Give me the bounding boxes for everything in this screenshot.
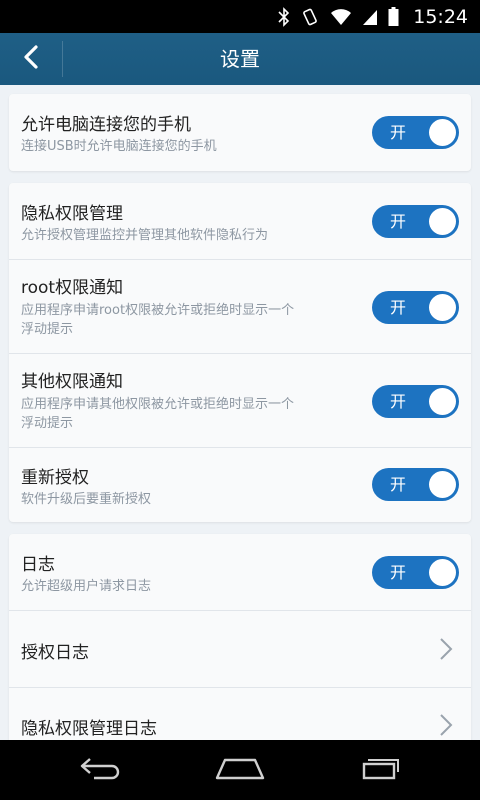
setting-row-privacy-management[interactable]: 隐私权限管理 允许授权管理监控并管理其他软件隐私行为 开 <box>9 183 471 260</box>
page-title: 设置 <box>220 47 260 71</box>
setting-title: 重新授权 <box>21 468 89 488</box>
chevron-right-icon <box>439 713 453 737</box>
toggle-knob <box>429 559 456 586</box>
setting-row-reauthorize[interactable]: 重新授权 软件升级后要重新授权 开 <box>9 448 471 522</box>
nav-recents-button[interactable] <box>325 740 435 800</box>
status-bar: 15:24 <box>0 0 480 33</box>
settings-list[interactable]: 允许电脑连接您的手机 连接USB时允许电脑连接您的手机 开 隐私权限管理 允许授… <box>0 85 480 740</box>
toggle-label: 开 <box>390 563 407 582</box>
chevron-right-icon <box>439 637 453 661</box>
privacy-management-toggle[interactable]: 开 <box>372 205 459 238</box>
root-notify-toggle[interactable]: 开 <box>372 291 459 324</box>
setting-row-privacy-log[interactable]: 隐私权限管理日志 <box>9 688 471 740</box>
toggle-label: 开 <box>390 212 407 231</box>
app-bar: 设置 <box>0 33 480 85</box>
settings-card-logs: 日志 允许超级用户请求日志 开 授权日志 隐私权限管理日志 <box>9 534 471 740</box>
setting-desc-line: 应用程序申请root权限被允许或拒绝时显示一个 <box>21 303 295 318</box>
setting-title: 隐私权限管理日志 <box>21 719 157 739</box>
wifi-icon <box>330 8 352 26</box>
navigation-bar <box>0 740 480 800</box>
nav-home-icon <box>215 756 265 784</box>
settings-card-usb: 允许电脑连接您的手机 连接USB时允许电脑连接您的手机 开 <box>9 94 471 171</box>
setting-desc-line: 应用程序申请其他权限被允许或拒绝时显示一个 <box>21 397 295 412</box>
setting-title: 授权日志 <box>21 643 89 663</box>
setting-desc-line: 浮动提示 <box>21 322 74 337</box>
toggle-knob <box>429 208 456 235</box>
setting-row-other-notify[interactable]: 其他权限通知 应用程序申请其他权限被允许或拒绝时显示一个 浮动提示 开 <box>9 354 471 448</box>
toggle-knob <box>429 119 456 146</box>
other-notify-toggle[interactable]: 开 <box>372 385 459 418</box>
setting-desc: 允许授权管理监控并管理其他软件隐私行为 <box>21 228 269 243</box>
bluetooth-icon <box>278 6 290 27</box>
log-toggle[interactable]: 开 <box>372 556 459 589</box>
settings-card-permissions: 隐私权限管理 允许授权管理监控并管理其他软件隐私行为 开 root权限通知 应用… <box>9 183 471 522</box>
toggle-label: 开 <box>390 392 407 411</box>
toggle-knob <box>429 294 456 321</box>
setting-row-log[interactable]: 日志 允许超级用户请求日志 开 <box>9 534 471 611</box>
toggle-knob <box>429 388 456 415</box>
nav-back-button[interactable] <box>45 740 155 800</box>
setting-title: root权限通知 <box>21 278 124 298</box>
setting-title: 其他权限通知 <box>21 372 123 392</box>
usb-connect-toggle[interactable]: 开 <box>372 116 459 149</box>
clock: 15:24 <box>413 5 468 28</box>
toggle-knob <box>429 471 456 498</box>
nav-home-button[interactable] <box>185 740 295 800</box>
setting-desc: 应用程序申请其他权限被允许或拒绝时显示一个 浮动提示 <box>21 395 371 433</box>
toggle-label: 开 <box>390 298 407 317</box>
reauthorize-toggle[interactable]: 开 <box>372 468 459 501</box>
setting-row-usb-connect[interactable]: 允许电脑连接您的手机 连接USB时允许电脑连接您的手机 开 <box>9 94 471 171</box>
battery-icon <box>388 6 399 27</box>
setting-title: 隐私权限管理 <box>21 204 123 224</box>
toggle-label: 开 <box>390 123 407 142</box>
setting-row-root-notify[interactable]: root权限通知 应用程序申请root权限被允许或拒绝时显示一个 浮动提示 开 <box>9 260 471 354</box>
vibrate-icon <box>300 7 320 27</box>
nav-recents-icon <box>360 755 400 785</box>
setting-desc: 连接USB时允许电脑连接您的手机 <box>21 139 217 154</box>
setting-desc: 应用程序申请root权限被允许或拒绝时显示一个 浮动提示 <box>21 301 371 339</box>
toggle-label: 开 <box>390 475 407 494</box>
setting-title: 允许电脑连接您的手机 <box>21 115 191 135</box>
setting-desc: 允许超级用户请求日志 <box>21 579 152 594</box>
setting-desc: 软件升级后要重新授权 <box>21 492 152 507</box>
setting-desc-line: 浮动提示 <box>21 416 74 431</box>
signal-icon <box>362 8 378 26</box>
setting-row-auth-log[interactable]: 授权日志 <box>9 611 471 688</box>
setting-title: 日志 <box>21 555 55 575</box>
nav-back-icon <box>78 755 122 785</box>
